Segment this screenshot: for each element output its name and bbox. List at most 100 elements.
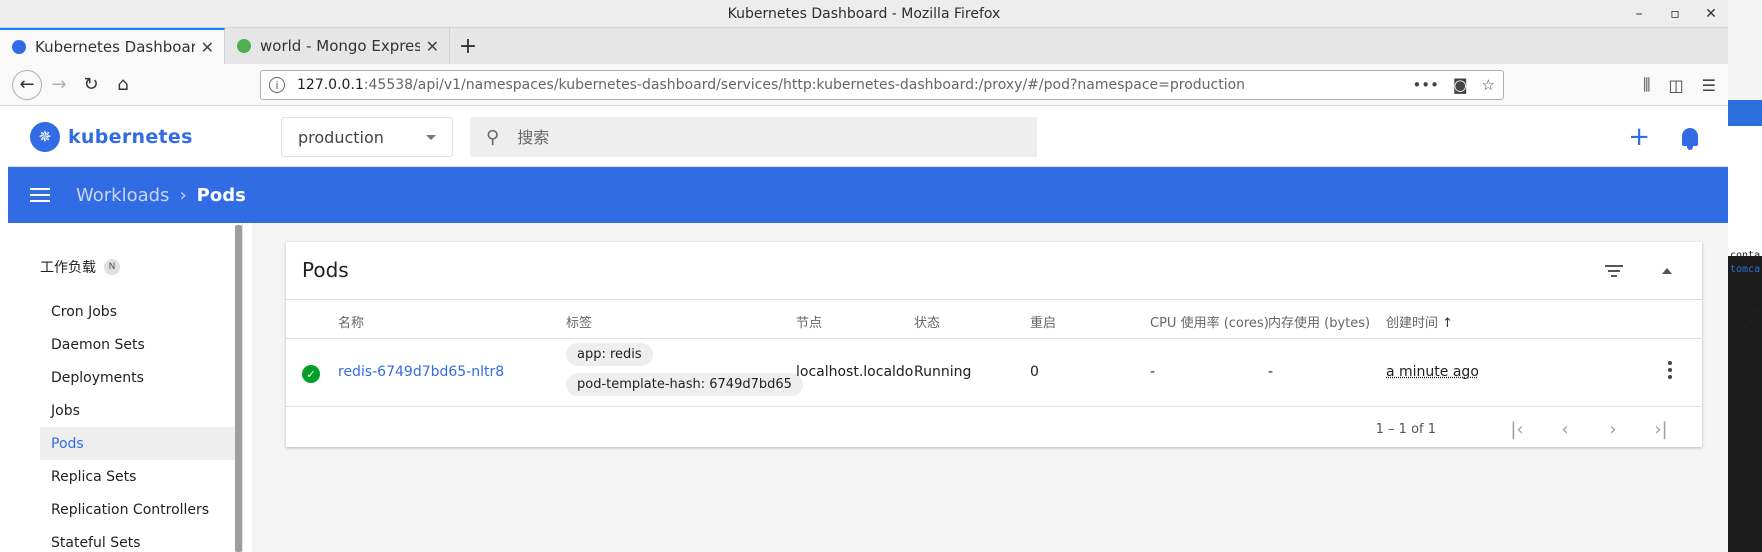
- close-tab-icon[interactable]: ✕: [426, 37, 439, 56]
- table-header: 名称 标签 节点 状态 重启 CPU 使用率 (cores) 内存使用 (byt…: [286, 299, 1702, 339]
- brand-logo-link[interactable]: ✵ kubernetes: [30, 121, 193, 152]
- tab-bar: Kubernetes Dashboard ✕ world - Mongo Exp…: [0, 28, 1728, 64]
- page-actions-icon[interactable]: •••: [1412, 76, 1439, 94]
- col-header-node[interactable]: 节点: [796, 312, 822, 331]
- pods-card: Pods 名称 标签 节点 状态 重启 CPU 使用率 (cores) 内存使用…: [286, 242, 1702, 447]
- pod-status: Running: [914, 364, 972, 380]
- create-plus-icon[interactable]: +: [1628, 122, 1650, 152]
- reload-button[interactable]: ↻: [76, 70, 106, 100]
- sidebar-item-stateful-sets[interactable]: Stateful Sets: [40, 526, 236, 552]
- window-titlebar: Kubernetes Dashboard - Mozilla Firefox –…: [0, 0, 1728, 28]
- sidebar-item-cron-jobs[interactable]: Cron Jobs: [40, 295, 236, 328]
- mongo-favicon-icon: [237, 39, 251, 53]
- status-running-check-icon: ✓: [302, 365, 320, 383]
- next-page-icon[interactable]: ›: [1602, 419, 1624, 440]
- forward-button[interactable]: →: [44, 70, 74, 100]
- browser-navbar: ← → ↻ ⌂ i 127.0.0.1:45538/api/v1/namespa…: [0, 64, 1728, 106]
- bookmark-star-icon[interactable]: ☆: [1482, 76, 1495, 94]
- col-header-created-label: 创建时间: [1386, 316, 1439, 331]
- label-chip: app: redis: [566, 343, 653, 366]
- search-box: ⚲: [470, 117, 1037, 157]
- new-tab-button[interactable]: +: [450, 28, 486, 64]
- search-input[interactable]: [517, 127, 998, 147]
- filter-icon[interactable]: [1604, 265, 1624, 277]
- sidebar-item-jobs[interactable]: Jobs: [40, 394, 236, 427]
- sidebar-item-label: Daemon Sets: [51, 336, 145, 353]
- first-page-icon[interactable]: |‹: [1506, 419, 1528, 440]
- pagination: 1 – 1 of 1 |‹ ‹ › ›|: [1376, 417, 1672, 441]
- breadcrumb-current: Pods: [196, 184, 246, 206]
- browser-toolbar-right: ⫼ ◫ ☰: [1643, 64, 1728, 106]
- main-content: Pods 名称 标签 节点 状态 重启 CPU 使用率 (cores) 内存使用…: [252, 223, 1728, 552]
- tab-mongo-express[interactable]: world - Mongo Express ✕: [225, 28, 450, 64]
- kubernetes-favicon-icon: [12, 40, 26, 54]
- col-header-labels: 标签: [566, 316, 593, 331]
- prev-page-icon[interactable]: ‹: [1554, 419, 1576, 440]
- namespace-select[interactable]: production: [281, 117, 453, 157]
- terminal-line: loyme: [1730, 318, 1761, 329]
- chevron-right-icon: ›: [179, 184, 187, 206]
- last-page-icon[interactable]: ›|: [1650, 419, 1672, 440]
- back-button[interactable]: ←: [12, 69, 42, 100]
- url-bar[interactable]: i 127.0.0.1:45538/api/v1/namespaces/kube…: [260, 70, 1504, 100]
- tab-title: Kubernetes Dashboard: [35, 38, 195, 56]
- label-chip: pod-template-hash: 6749d7bd65: [566, 373, 803, 396]
- sidebar-item-deployments[interactable]: Deployments: [40, 361, 236, 394]
- pocket-icon[interactable]: ◙: [1453, 76, 1468, 94]
- more-vert-icon[interactable]: [1668, 361, 1672, 379]
- info-icon[interactable]: i: [269, 77, 285, 93]
- breadcrumb-toolbar: Workloads › Pods: [8, 167, 1728, 223]
- namespaced-badge: N: [104, 259, 120, 275]
- terminal-line: tomca: [1730, 264, 1761, 275]
- close-window-icon[interactable]: ✕: [1702, 6, 1720, 22]
- table-row: ✓ redis-6749d7bd65-nltr8 app: redis pod-…: [286, 339, 1702, 407]
- pagination-range: 1 – 1 of 1: [1375, 421, 1436, 437]
- url-actions: ••• ◙ ☆: [1412, 76, 1495, 94]
- col-header-status[interactable]: 状态: [914, 312, 940, 331]
- pod-name-link[interactable]: redis-6749d7bd65-nltr8: [338, 364, 504, 380]
- nav-menu-icon[interactable]: [30, 188, 50, 202]
- tab-title: world - Mongo Express: [260, 37, 420, 55]
- sidebar: 工作负载 N Cron Jobs Daemon Sets Deployments…: [8, 223, 243, 552]
- library-icon[interactable]: ⫼: [1643, 75, 1650, 95]
- sidebar-item-daemon-sets[interactable]: Daemon Sets: [40, 328, 236, 361]
- hamburger-menu-icon[interactable]: ☰: [1702, 76, 1716, 95]
- sidebar-list: Cron Jobs Daemon Sets Deployments Jobs P…: [40, 295, 236, 552]
- sidebar-item-label: Cron Jobs: [51, 303, 117, 320]
- notifications-bell-icon[interactable]: [1682, 128, 1698, 150]
- pod-created: a minute ago: [1386, 364, 1479, 380]
- window-title: Kubernetes Dashboard - Mozilla Firefox: [727, 5, 1001, 22]
- sidebar-item-label: Replica Sets: [51, 468, 137, 485]
- pod-restarts: 0: [1030, 364, 1039, 380]
- sidebar-item-label: Deployments: [51, 369, 144, 386]
- minimize-icon[interactable]: –: [1630, 6, 1648, 22]
- breadcrumb-workloads[interactable]: Workloads: [76, 185, 169, 206]
- pod-memory: -: [1268, 364, 1274, 380]
- terminal-line: s-dep: [1730, 304, 1761, 315]
- sidebar-item-pods[interactable]: Pods: [40, 427, 236, 460]
- background-window-blue-bar: [1728, 100, 1762, 126]
- pod-cpu: -: [1150, 364, 1156, 380]
- maximize-icon[interactable]: ▫: [1666, 6, 1684, 22]
- sidebar-item-label: Stateful Sets: [51, 534, 141, 551]
- kubernetes-logo-icon: ✵: [30, 121, 60, 152]
- sidebar-item-replication-controllers[interactable]: Replication Controllers: [40, 493, 236, 526]
- k8s-header: ✵ kubernetes production ⚲ +: [8, 107, 1728, 167]
- home-button[interactable]: ⌂: [108, 70, 138, 100]
- sidebar-scrollbar[interactable]: [235, 225, 242, 552]
- header-actions: +: [1628, 107, 1698, 167]
- background-window-top: [1728, 0, 1762, 100]
- sidebar-item-replica-sets[interactable]: Replica Sets: [40, 460, 236, 493]
- chevron-down-icon: [426, 134, 436, 140]
- col-header-restarts[interactable]: 重启: [1030, 312, 1056, 331]
- window-controls: – ▫ ✕: [1630, 0, 1720, 28]
- url-host: 127.0.0.1: [297, 77, 364, 93]
- collapse-icon[interactable]: [1662, 268, 1672, 274]
- namespace-value: production: [298, 127, 384, 147]
- sidebar-toggle-icon[interactable]: ◫: [1669, 76, 1684, 95]
- col-header-name[interactable]: 名称: [338, 312, 364, 331]
- col-header-created[interactable]: 创建时间 ↑: [1386, 312, 1453, 331]
- tab-kubernetes-dashboard[interactable]: Kubernetes Dashboard ✕: [0, 28, 225, 64]
- sidebar-section-workloads[interactable]: 工作负载 N: [40, 257, 120, 277]
- close-tab-icon[interactable]: ✕: [201, 38, 214, 57]
